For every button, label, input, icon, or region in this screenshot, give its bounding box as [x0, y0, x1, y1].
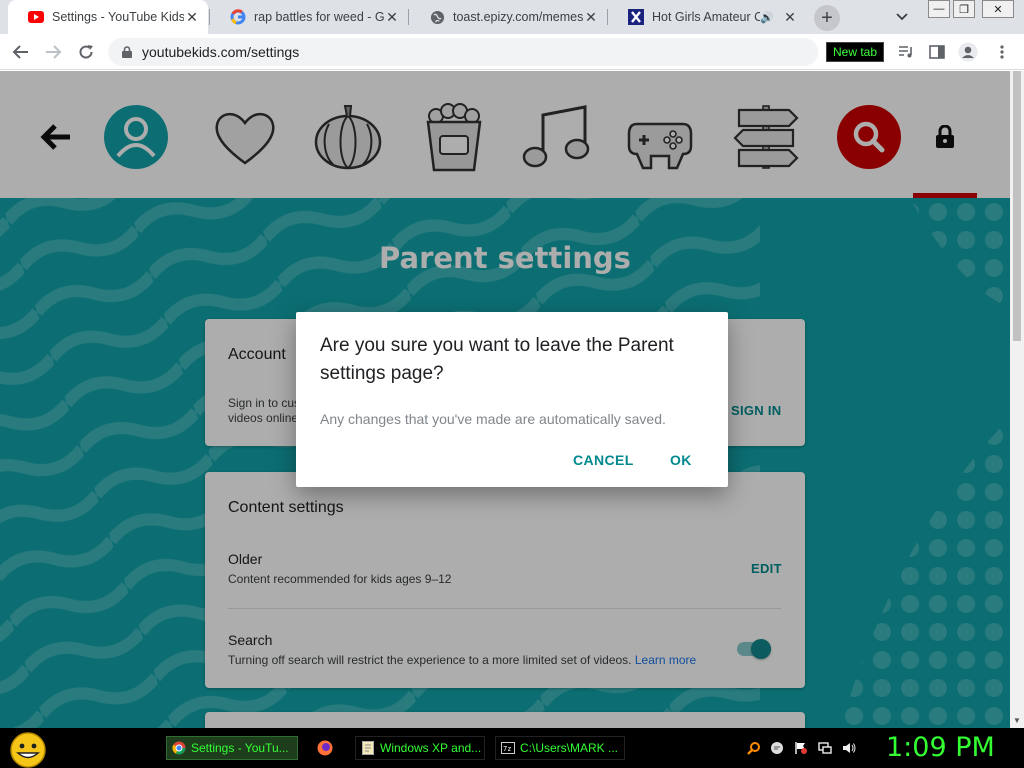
tab-close-icon[interactable]: ✕ — [782, 9, 798, 26]
scroll-down-arrow-icon[interactable]: ▼ — [1013, 716, 1021, 725]
tab-title: toast.epizy.com/memes/i — [453, 10, 583, 24]
taskbar-item-firefox[interactable] — [313, 736, 345, 760]
tab-close-icon[interactable]: ✕ — [184, 9, 200, 26]
taskbar-item-cmd[interactable]: 7z C:\Users\MARK ... — [495, 736, 625, 760]
page-scrollbar[interactable]: ▲ ▼ — [1010, 71, 1024, 728]
tab-youtube-kids-settings[interactable]: Settings - YouTube Kids ✕ — [8, 0, 208, 34]
close-window-button[interactable]: ✕ — [982, 0, 1014, 18]
system-clock[interactable]: 1:09 PM — [886, 732, 995, 763]
restore-button[interactable]: ❐ — [953, 0, 975, 18]
tab-title: rap battles for weed - Go — [254, 10, 384, 24]
dialog-title: Are you sure you want to leave the Paren… — [320, 335, 674, 384]
messenger-tray-icon[interactable] — [769, 740, 785, 756]
youtube-kids-page: Parent settings Account Sign in to cus v… — [0, 71, 1010, 728]
tab-close-icon[interactable]: ✕ — [583, 9, 599, 26]
volume-tray-icon[interactable] — [841, 740, 857, 756]
start-button[interactable] — [8, 732, 48, 768]
address-bar[interactable]: youtubekids.com/settings — [108, 38, 818, 66]
tab-toast-epizy[interactable]: toast.epizy.com/memes/i ✕ — [409, 0, 607, 34]
taskbar-item-label: Windows XP and... — [380, 741, 482, 755]
windows-taskbar: Settings - YouTu... Windows XP and... 7z… — [0, 728, 1024, 768]
search-tray-icon[interactable] — [746, 740, 762, 756]
chrome-icon — [171, 740, 187, 756]
new-tab-button[interactable]: + — [814, 5, 840, 31]
tab-title: Hot Girls Amateur Co — [652, 10, 760, 24]
audio-playing-icon[interactable]: 🔊 — [760, 11, 774, 24]
taskbar-item-windows-xp[interactable]: Windows XP and... — [355, 736, 485, 760]
network-tray-icon[interactable] — [817, 740, 833, 756]
tab-close-icon[interactable]: ✕ — [384, 9, 400, 26]
ok-button[interactable]: OK — [670, 452, 692, 468]
back-button[interactable] — [9, 40, 33, 64]
scrollbar-thumb[interactable] — [1013, 71, 1021, 341]
cancel-button[interactable]: CANCEL — [573, 452, 634, 468]
tab-search-chevron-icon[interactable] — [896, 8, 908, 24]
globe-icon — [429, 9, 445, 25]
reload-button[interactable] — [74, 40, 98, 64]
taskbar-item-label: C:\Users\MARK ... — [520, 741, 619, 755]
firefox-icon — [317, 740, 333, 756]
google-icon — [230, 9, 246, 25]
cmd-icon: 7z — [500, 740, 516, 756]
tab-title: Settings - YouTube Kids — [52, 10, 184, 24]
new-tab-tooltip: New tab — [826, 42, 885, 62]
forward-button[interactable] — [41, 40, 65, 64]
document-icon — [360, 740, 376, 756]
profile-avatar-icon[interactable] — [958, 42, 978, 62]
flag-tray-icon[interactable] — [793, 740, 809, 756]
tab-google-search[interactable]: rap battles for weed - Go ✕ — [210, 0, 408, 34]
menu-kebab-icon[interactable] — [992, 42, 1012, 62]
url-text: youtubekids.com/settings — [142, 44, 300, 60]
screen: Settings - YouTube Kids ✕ rap battles fo… — [0, 0, 1024, 768]
minimize-button[interactable]: — — [928, 0, 950, 18]
youtube-icon — [28, 9, 44, 25]
tab-x-site[interactable]: Hot Girls Amateur Co 🔊 ✕ — [608, 0, 806, 34]
media-controls-icon[interactable] — [896, 42, 916, 62]
svg-text:7z: 7z — [503, 745, 511, 753]
dialog-message: Any changes that you've made are automat… — [320, 411, 666, 427]
tab-strip: Settings - YouTube Kids ✕ rap battles fo… — [0, 0, 1024, 34]
taskbar-item-label: Settings - YouTu... — [191, 741, 289, 755]
lock-icon[interactable] — [120, 46, 134, 58]
x-site-icon — [628, 9, 644, 25]
leave-confirmation-dialog: Are you sure you want to leave the Paren… — [296, 312, 728, 487]
taskbar-item-chrome[interactable]: Settings - YouTu... — [166, 736, 298, 760]
side-panel-icon[interactable] — [927, 42, 947, 62]
